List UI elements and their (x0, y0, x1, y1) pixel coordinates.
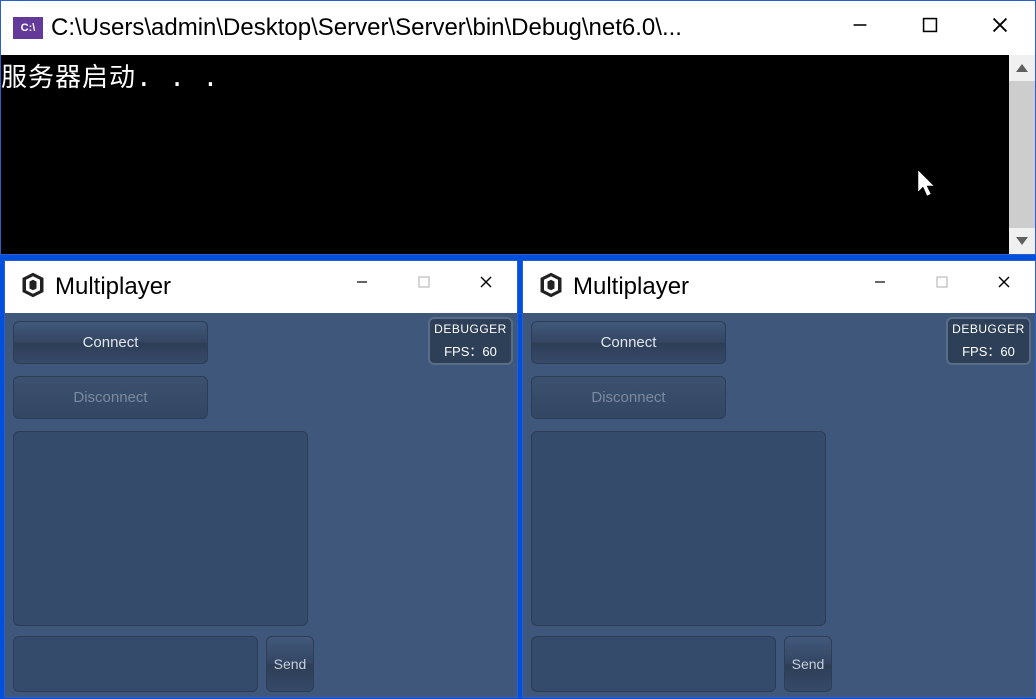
console-output: 服务器启动. . . (1, 55, 1035, 94)
unity-window-2: Multiplayer Connect Disconnect Send DEBU… (522, 260, 1036, 698)
debugger-panel: DEBUGGER FPS：60 (428, 317, 513, 365)
debugger-title: DEBUGGER (434, 322, 507, 336)
unity-title: Multiplayer (573, 273, 849, 301)
connect-button[interactable]: Connect (13, 321, 208, 364)
scroll-up-icon[interactable] (1009, 55, 1035, 81)
debugger-title: DEBUGGER (952, 322, 1025, 336)
chat-display (531, 431, 826, 626)
minimize-button[interactable] (849, 261, 911, 303)
unity-titlebar: Multiplayer (5, 261, 517, 313)
mouse-cursor-icon (918, 170, 942, 207)
disconnect-button[interactable]: Disconnect (531, 376, 726, 419)
chat-display (13, 431, 308, 626)
console-titlebar: C:\ C:\Users\admin\Desktop\Server\Server… (1, 1, 1035, 55)
minimize-button[interactable] (331, 261, 393, 303)
unity-titlebar: Multiplayer (523, 261, 1035, 313)
unity-window-1: Multiplayer Connect Disconnect Send DEBU… (4, 260, 518, 698)
close-button[interactable] (455, 261, 517, 303)
connect-button[interactable]: Connect (531, 321, 726, 364)
window-controls (331, 261, 517, 313)
console-title: C:\Users\admin\Desktop\Server\Server\bin… (51, 14, 825, 42)
scroll-down-icon[interactable] (1009, 228, 1035, 254)
minimize-button[interactable] (825, 1, 895, 49)
close-button[interactable] (973, 261, 1035, 303)
maximize-button[interactable] (393, 261, 455, 303)
disconnect-button[interactable]: Disconnect (13, 376, 208, 419)
close-button[interactable] (965, 1, 1035, 49)
unity-logo-icon (537, 271, 565, 304)
input-row: Send (531, 636, 1027, 692)
maximize-button[interactable] (911, 261, 973, 303)
maximize-button[interactable] (895, 1, 965, 49)
unity-logo-icon (19, 271, 47, 304)
chat-input[interactable] (13, 636, 258, 692)
fps-counter: FPS：60 (444, 341, 497, 360)
unity-title: Multiplayer (55, 273, 331, 301)
scroll-track[interactable] (1009, 81, 1035, 228)
fps-counter: FPS：60 (962, 341, 1015, 360)
window-controls (825, 1, 1035, 55)
debugger-panel: DEBUGGER FPS：60 (946, 317, 1031, 365)
send-button[interactable]: Send (784, 636, 832, 692)
send-button[interactable]: Send (266, 636, 314, 692)
console-window: C:\ C:\Users\admin\Desktop\Server\Server… (0, 0, 1036, 255)
unity-game-view: Connect Disconnect Send DEBUGGER FPS：60 (5, 313, 517, 697)
console-body: 服务器启动. . . (1, 55, 1035, 254)
unity-game-view: Connect Disconnect Send DEBUGGER FPS：60 (523, 313, 1035, 697)
chat-input[interactable] (531, 636, 776, 692)
window-controls (849, 261, 1035, 313)
scrollbar[interactable] (1009, 55, 1035, 254)
input-row: Send (13, 636, 509, 692)
cmd-icon: C:\ (13, 17, 43, 39)
